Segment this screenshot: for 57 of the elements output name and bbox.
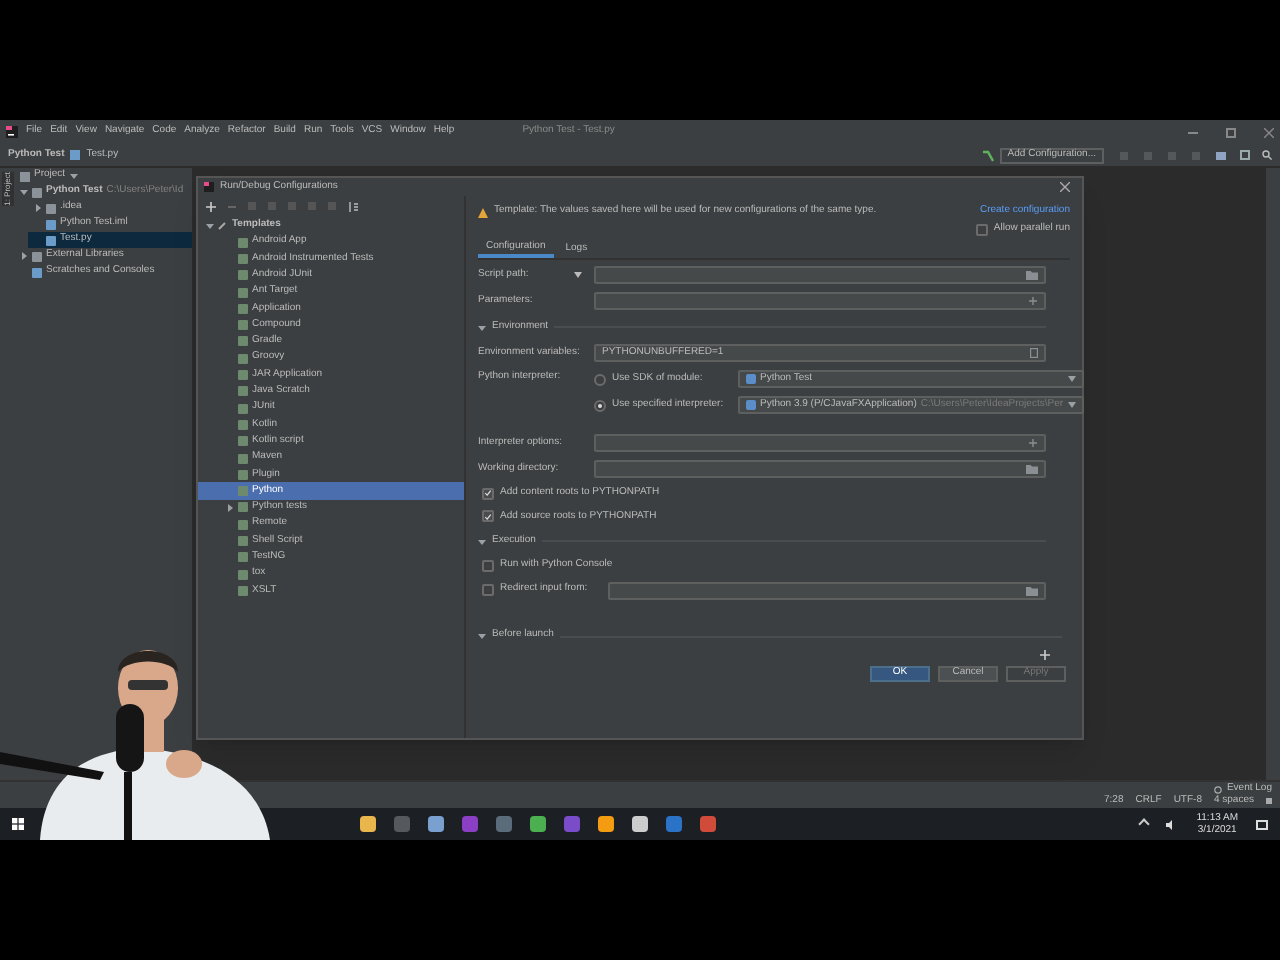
caret-icon[interactable] [1067,402,1076,408]
expand-arrow-icon[interactable] [20,188,28,196]
plus-icon[interactable] [1040,649,1050,659]
expand-arrow-icon[interactable] [20,252,28,260]
expand-arrow-icon[interactable] [206,221,214,229]
warning-icon [478,207,488,217]
working-directory-field[interactable] [594,460,1046,478]
event-log-icon[interactable] [1214,785,1223,793]
expand-arrow-icon[interactable] [226,503,234,512]
app-logo-icon [204,182,214,192]
plus-icon[interactable] [1028,438,1038,448]
caret-icon[interactable] [574,272,582,278]
sort-icon[interactable] [348,201,358,211]
hammer-icon[interactable] [981,149,994,161]
checkbox[interactable] [975,224,988,236]
windows-logo-icon[interactable] [12,818,24,830]
minus-icon[interactable] [228,205,236,207]
expand-arrow-icon[interactable] [34,204,42,212]
expand-arrow-icon[interactable] [478,537,486,545]
app-logo-icon [6,126,18,138]
wrench-icon [218,220,228,230]
expand-arrow-icon[interactable] [478,632,486,640]
file-icon [70,150,81,160]
python-icon [746,374,756,384]
dropdown-caret-icon[interactable] [69,172,78,180]
redirect-input-field[interactable] [608,581,1046,599]
tray-icon[interactable] [1138,818,1151,830]
notification-icon[interactable] [1256,819,1268,829]
app-icon[interactable] [598,816,614,832]
close-icon[interactable] [1264,127,1274,137]
checkbox[interactable] [482,487,494,500]
python-icon [746,400,756,410]
minimize-icon[interactable] [1188,131,1198,133]
interpreter-options-field[interactable] [594,434,1046,452]
app-icon[interactable] [428,816,444,832]
search-icon[interactable] [1262,150,1272,160]
app-icon[interactable] [666,816,682,832]
plus-icon[interactable] [206,201,216,211]
radio-button[interactable] [594,373,606,385]
file-icon [32,267,42,277]
radio-button[interactable] [594,399,606,411]
app-icon[interactable] [632,816,648,832]
checkbox[interactable] [482,584,494,596]
toolbar-icon[interactable] [1216,151,1226,159]
toolbar-icon[interactable] [1240,150,1250,160]
script-path-field[interactable] [594,266,1046,284]
parameters-field[interactable] [594,292,1046,310]
app-icon[interactable] [462,816,478,832]
caret-icon[interactable] [1067,376,1076,382]
checkbox[interactable] [482,559,494,572]
plus-icon[interactable] [1028,296,1038,306]
checkbox[interactable] [482,510,494,523]
app-icon[interactable] [564,816,580,832]
close-icon[interactable] [1060,182,1070,192]
expand-arrow-icon[interactable] [478,323,486,331]
maximize-icon[interactable] [1226,127,1236,137]
document-icon[interactable] [1030,348,1038,358]
